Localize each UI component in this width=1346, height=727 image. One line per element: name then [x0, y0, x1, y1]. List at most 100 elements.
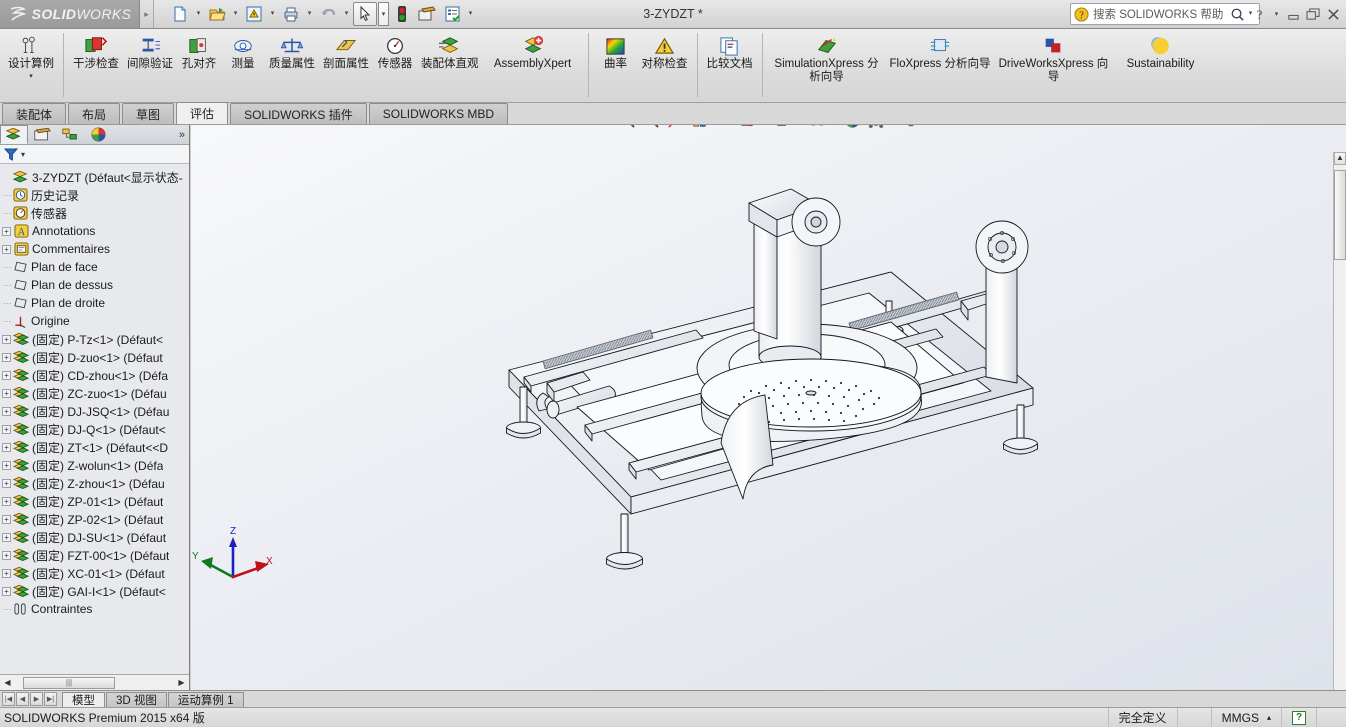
tree-item-gai-i[interactable]: +(固定) GAI-I<1> (Défaut< — [0, 582, 189, 600]
tab-solidworks-mbd[interactable]: SOLIDWORKS MBD — [369, 103, 508, 124]
status-units[interactable]: MMGS▴ — [1211, 708, 1281, 727]
scroll-up-arrow-icon[interactable]: ▲ — [1334, 152, 1346, 165]
rebuild-caret[interactable]: ▾ — [267, 2, 278, 26]
help-button[interactable]: ? — [1251, 4, 1268, 26]
logo-expand-arrow[interactable]: ▸ — [140, 0, 154, 28]
ribbon-button-curvature[interactable]: 曲率 — [594, 29, 638, 101]
expand-toggle-icon[interactable]: + — [2, 443, 11, 452]
close-window-button[interactable] — [1325, 4, 1342, 26]
tree-item-d-zuo[interactable]: +(固定) D-zuo<1> (Défaut — [0, 348, 189, 366]
tree-root[interactable]: 3-ZYDZT (Défaut<显示状态- — [0, 168, 189, 186]
ribbon-button-compare-documents[interactable]: 比较文档 — [703, 29, 757, 101]
tree-filter-bar[interactable]: ▾ — [0, 145, 189, 164]
ribbon-button-assembly-visualization[interactable]: 装配体直观 — [417, 29, 483, 101]
property-manager-tab[interactable] — [28, 125, 56, 144]
ribbon-button-sensor[interactable]: 传感器 — [373, 29, 417, 101]
ribbon-button-driveworks-xpress[interactable]: DriveWorksXpress 向导 — [994, 29, 1112, 101]
ribbon-button-simulation-xpress[interactable]: SimulationXpress 分析向导 — [768, 29, 886, 101]
expand-toggle-icon[interactable]: + — [2, 533, 11, 542]
rebuild-button[interactable] — [242, 2, 266, 26]
tree-item-history[interactable]: ⋯历史记录 — [0, 186, 189, 204]
chevron-down-icon[interactable]: ▾ — [29, 72, 33, 80]
view-orientation-button[interactable]: A — [712, 125, 734, 131]
last-tab-button[interactable]: ▶| — [44, 692, 57, 706]
tree-item-zp-02[interactable]: +(固定) ZP-02<1> (Défaut — [0, 510, 189, 528]
tree-item-zp-01[interactable]: +(固定) ZP-01<1> (Défaut — [0, 492, 189, 510]
minimize-document-button[interactable] — [1287, 125, 1302, 126]
collapse-left-button[interactable] — [1247, 125, 1262, 126]
scene-button[interactable] — [865, 125, 887, 131]
expand-toggle-icon[interactable]: + — [2, 587, 11, 596]
tree-item-origine[interactable]: ⋯Origine — [0, 312, 189, 330]
feature-manager-tab[interactable] — [0, 125, 28, 144]
expand-toggle-icon[interactable]: + — [2, 389, 11, 398]
next-tab-button[interactable]: ▶ — [30, 692, 43, 706]
cad-model-view[interactable]: Z Y X — [191, 125, 1346, 690]
ribbon-button-assembly-xpert[interactable]: AssemblyXpert — [483, 29, 583, 101]
search-icon[interactable] — [1230, 7, 1245, 22]
print-button[interactable] — [279, 2, 303, 26]
undo-caret[interactable]: ▾ — [341, 2, 352, 26]
graphics-vertical-scrollbar[interactable]: ▲ — [1333, 152, 1346, 690]
expand-toggle-icon[interactable]: + — [2, 551, 11, 560]
manager-tabs-more-button[interactable]: » — [179, 129, 189, 141]
scroll-left-arrow-icon[interactable]: ◀ — [0, 678, 15, 687]
select-tool-button[interactable] — [353, 2, 377, 26]
scroll-track[interactable]: ||| — [15, 676, 174, 690]
edit-appearance-button[interactable] — [415, 2, 439, 26]
tab-sketch[interactable]: 草图 — [122, 103, 174, 124]
graphics-scroll-thumb[interactable] — [1334, 170, 1346, 260]
tree-item-z-wolun[interactable]: +(固定) Z-wolun<1> (Défa — [0, 456, 189, 474]
new-document-button[interactable] — [168, 2, 192, 26]
expand-toggle-icon[interactable]: + — [2, 497, 11, 506]
previous-view-button[interactable] — [664, 125, 686, 131]
previous-tab-button[interactable]: ◀ — [16, 692, 29, 706]
tree-item-zt[interactable]: +(固定) ZT<1> (Défaut<<D — [0, 438, 189, 456]
zoom-to-area-button[interactable] — [640, 125, 662, 131]
status-help-badge-cell[interactable]: ? — [1281, 708, 1316, 727]
first-tab-button[interactable]: |◀ — [2, 692, 15, 706]
tree-horizontal-scrollbar[interactable]: ◀ ||| ▶ — [0, 674, 189, 690]
ribbon-button-symmetry-check[interactable]: 对称检查 — [638, 29, 692, 101]
rebuild-status-button[interactable] — [390, 2, 414, 26]
scroll-right-arrow-icon[interactable]: ▶ — [174, 678, 189, 687]
filter-caret-icon[interactable]: ▾ — [21, 150, 25, 159]
ribbon-button-sustainability[interactable]: Sustainability — [1112, 29, 1208, 101]
tree-item-z-zhou[interactable]: +(固定) Z-zhou<1> (Défau — [0, 474, 189, 492]
options-button[interactable] — [440, 2, 464, 26]
doc-tab-model[interactable]: 模型 — [62, 692, 105, 707]
zoom-to-fit-button[interactable] — [616, 125, 638, 131]
expand-toggle-icon[interactable]: + — [2, 245, 11, 254]
expand-toggle-icon[interactable]: + — [2, 371, 11, 380]
status-units-caret[interactable]: ▴ — [1267, 713, 1271, 722]
tree-item-cd-zhou[interactable]: +(固定) CD-zhou<1> (Défa — [0, 366, 189, 384]
collapse-right-button[interactable] — [1267, 125, 1282, 126]
tree-item-fzt-00[interactable]: +(固定) FZT-00<1> (Défaut — [0, 546, 189, 564]
tab-solidworks-addins[interactable]: SOLIDWORKS 插件 — [230, 103, 367, 124]
section-view-button[interactable] — [688, 125, 710, 131]
ribbon-button-section-properties[interactable]: 剖面属性 — [319, 29, 373, 101]
ribbon-button-clearance-verification[interactable]: 间隙验证 — [123, 29, 177, 101]
print-caret[interactable]: ▾ — [304, 2, 315, 26]
restore-document-button[interactable] — [1307, 125, 1322, 126]
configuration-manager-tab[interactable] — [56, 125, 84, 144]
view-settings-button[interactable] — [806, 125, 828, 131]
tree-item-annotations[interactable]: +AAnnotations — [0, 222, 189, 240]
tab-layout[interactable]: 布局 — [68, 103, 120, 124]
tree-item-p-tz[interactable]: +(固定) P-Tz<1> (Défaut< — [0, 330, 189, 348]
open-document-button[interactable] — [205, 2, 229, 26]
tree-item-contraintes[interactable]: ⋯Contraintes — [0, 600, 189, 618]
appearances-button[interactable] — [841, 125, 863, 131]
doc-tab-motion-study-1[interactable]: 运动算例 1 — [168, 692, 244, 707]
help-search-box[interactable]: ? 搜索 SOLIDWORKS 帮助 ▾ — [1070, 3, 1260, 25]
graphics-viewport[interactable]: A ▾ ▾ — [191, 125, 1346, 690]
expand-toggle-icon[interactable]: + — [2, 407, 11, 416]
ribbon-button-mass-properties[interactable]: 质量属性 — [265, 29, 319, 101]
expand-toggle-icon[interactable]: + — [2, 335, 11, 344]
hide-show-button[interactable] — [771, 125, 793, 131]
tree-item-dj-su[interactable]: +(固定) DJ-SU<1> (Défaut — [0, 528, 189, 546]
new-document-caret[interactable]: ▾ — [193, 2, 204, 26]
tree-item-sensors[interactable]: ⋯传感器 — [0, 204, 189, 222]
expand-toggle-icon[interactable]: + — [2, 425, 11, 434]
expand-toggle-icon[interactable]: + — [2, 461, 11, 470]
